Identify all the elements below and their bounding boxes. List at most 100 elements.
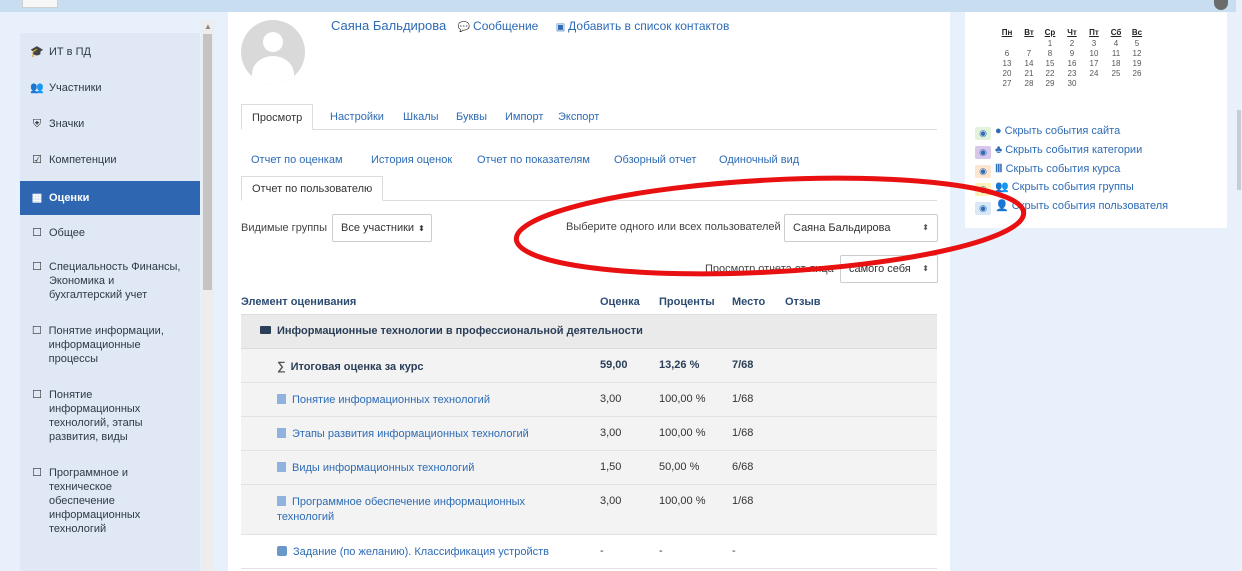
sidebar-item-competencies[interactable]: ☑ Компетенции [20,153,200,167]
event-filter-label: Скрыть события группы [1011,181,1134,193]
calendar-day[interactable]: 13 [997,59,1017,68]
users-icon: 👥 [30,82,44,94]
calendar-day[interactable]: 21 [1019,69,1039,78]
calendar-day[interactable]: 1 [1040,39,1060,48]
tab-import[interactable]: Импорт [495,104,553,130]
event-filter-site[interactable]: ◉ ● Скрыть события сайта [975,123,1120,140]
visible-groups-select[interactable]: Все участники ⬍ [332,214,432,242]
calendar-day[interactable]: 5 [1127,39,1147,48]
scrollbar-thumb[interactable] [203,34,212,290]
calendar-day[interactable]: 20 [997,69,1017,78]
table-row: Понятие информационных технологий 3,00 1… [241,383,937,417]
sidebar-item-section-1[interactable]: ☐ Специальность Финансы, Экономика и бухг… [20,260,200,302]
calendar-day[interactable]: 19 [1127,59,1147,68]
user-icon: 👤 [995,200,1009,212]
calendar-day[interactable]: 11 [1106,49,1126,58]
tab-overview-report[interactable]: Обзорный отчет [604,148,706,172]
grade-item-link[interactable]: Программное обеспечение информационных т… [277,495,567,525]
calendar-day[interactable]: 10 [1084,49,1104,58]
profile-name[interactable]: Саяна Бальдирова [331,18,446,33]
page-scrollbar[interactable] [1236,0,1242,571]
tab-view[interactable]: Просмотр [241,104,314,130]
calendar-day[interactable]: 29 [1040,79,1060,88]
grade-item-link[interactable]: Этапы развития информационных технологий [277,427,577,442]
calendar-day[interactable]: 23 [1062,69,1082,78]
calendar-day[interactable]: 7 [1019,49,1039,58]
row-rank: - [732,545,736,557]
calendar-day[interactable]: 30 [1062,79,1082,88]
grade-item-link[interactable]: Виды информационных технологий [277,461,557,476]
folder-icon: ☐ [32,227,42,239]
calendar-day[interactable]: 2 [1062,39,1082,48]
tab-outcomes-report[interactable]: Отчет по показателям [467,148,600,172]
eye-icon: ◉ [975,183,991,196]
calendar-day[interactable]: 15 [1040,59,1060,68]
tab-user-report[interactable]: Отчет по пользователю [241,176,384,201]
sidebar-item-course[interactable]: 🎓 ИТ в ПД [20,45,200,59]
calendar-day[interactable]: 26 [1127,69,1147,78]
sidebar-item-section-3[interactable]: ☐ Понятие информационных технологий, этап… [20,388,200,444]
view-as-select[interactable]: самого себя ⬍ [840,255,938,283]
quiz-icon [277,394,286,404]
calendar-day[interactable]: 28 [1019,79,1039,88]
calendar-day[interactable]: 9 [1062,49,1082,58]
calendar-day[interactable]: 14 [1019,59,1039,68]
page-scrollbar-thumb[interactable] [1237,110,1241,190]
row-grade: 1,50 [600,461,622,473]
add-contact-link[interactable]: Добавить в список контактов [568,19,729,33]
tab-letters[interactable]: Буквы [446,104,497,130]
calendar-day[interactable]: 12 [1127,49,1147,58]
calendar-day[interactable]: 24 [1084,69,1104,78]
quiz-icon [277,428,286,438]
weekday: Чт [1067,28,1077,37]
tab-single-view[interactable]: Одиночный вид [709,148,809,172]
calendar-day[interactable]: 17 [1084,59,1104,68]
row-grade: - [600,545,604,557]
avatar-head [263,32,283,52]
grade-item-link[interactable]: Задание (по желанию). Классификация устр… [277,545,577,560]
sidebar-item-section-4[interactable]: ☐ Программное и техническое обеспечение и… [20,466,200,536]
sidebar-scrollbar[interactable]: ▲ [201,20,214,571]
tab-settings[interactable]: Настройки [320,104,394,130]
sidebar-item-grades[interactable]: ▦ Оценки [20,181,200,215]
weekday: Ср [1044,28,1056,37]
sidebar-item-badges[interactable]: ⛨ Значки [20,117,200,131]
grade-item-link[interactable]: Понятие информационных технологий [277,393,557,408]
total-rank: 7/68 [732,359,754,371]
calendar-day[interactable]: 22 [1040,69,1060,78]
sidebar-item-label: Специальность Финансы, Экономика и бухга… [49,261,181,301]
sidebar-item-general[interactable]: ☐ Общее [20,226,200,240]
event-filter-group[interactable]: ◉ 👥 Скрыть события группы [975,179,1134,196]
event-filter-user[interactable]: ◉ 👤 Скрыть события пользователя [975,198,1168,215]
calendar-day[interactable]: 16 [1062,59,1082,68]
tab-grader-report[interactable]: Отчет по оценкам [241,148,353,172]
event-filter-category[interactable]: ◉ ♣ Скрыть события категории [975,142,1142,159]
calendar-day[interactable]: 3 [1084,39,1104,48]
grade-item-label: Виды информационных технологий [292,462,475,474]
user-avatar[interactable] [1214,0,1228,10]
calendar-day[interactable]: 4 [1106,39,1126,48]
sidebar-item-participants[interactable]: 👥 Участники [20,81,200,95]
quiz-icon [277,496,286,506]
scroll-up-icon[interactable]: ▲ [204,22,212,31]
folder-icon: ☐ [32,261,42,273]
calendar-day[interactable]: 18 [1106,59,1126,68]
calendar-day[interactable]: 6 [997,49,1017,58]
shield-icon: ⛨ [32,118,42,130]
user-select[interactable]: Саяна Бальдирова ⬍ [784,214,938,242]
tab-grade-history[interactable]: История оценок [361,148,462,172]
calendar-day[interactable]: 27 [997,79,1017,88]
calendar-day[interactable]: 25 [1106,69,1126,78]
user-picture [241,20,305,84]
tab-export[interactable]: Экспорт [548,104,609,130]
event-filter-course[interactable]: ◉ Ⅲ Скрыть события курса [975,161,1120,178]
folder-icon: ☐ [31,325,42,337]
sidebar-item-section-2[interactable]: ☐ Понятие информации, информационные проц… [20,324,200,366]
table-row: Задание (по желанию). Классификация устр… [241,535,937,569]
tab-scales[interactable]: Шкалы [393,104,449,130]
sigma-icon: ∑ [277,359,286,373]
calendar-day[interactable]: 8 [1040,49,1060,58]
main-region: Саяна Бальдирова 💬 Сообщение ▣ Добавить в … [228,12,950,571]
calendar-weekdays: Пн Вт Ср Чт Пт Сб Вс [965,28,1227,37]
message-link[interactable]: Сообщение [473,19,538,33]
